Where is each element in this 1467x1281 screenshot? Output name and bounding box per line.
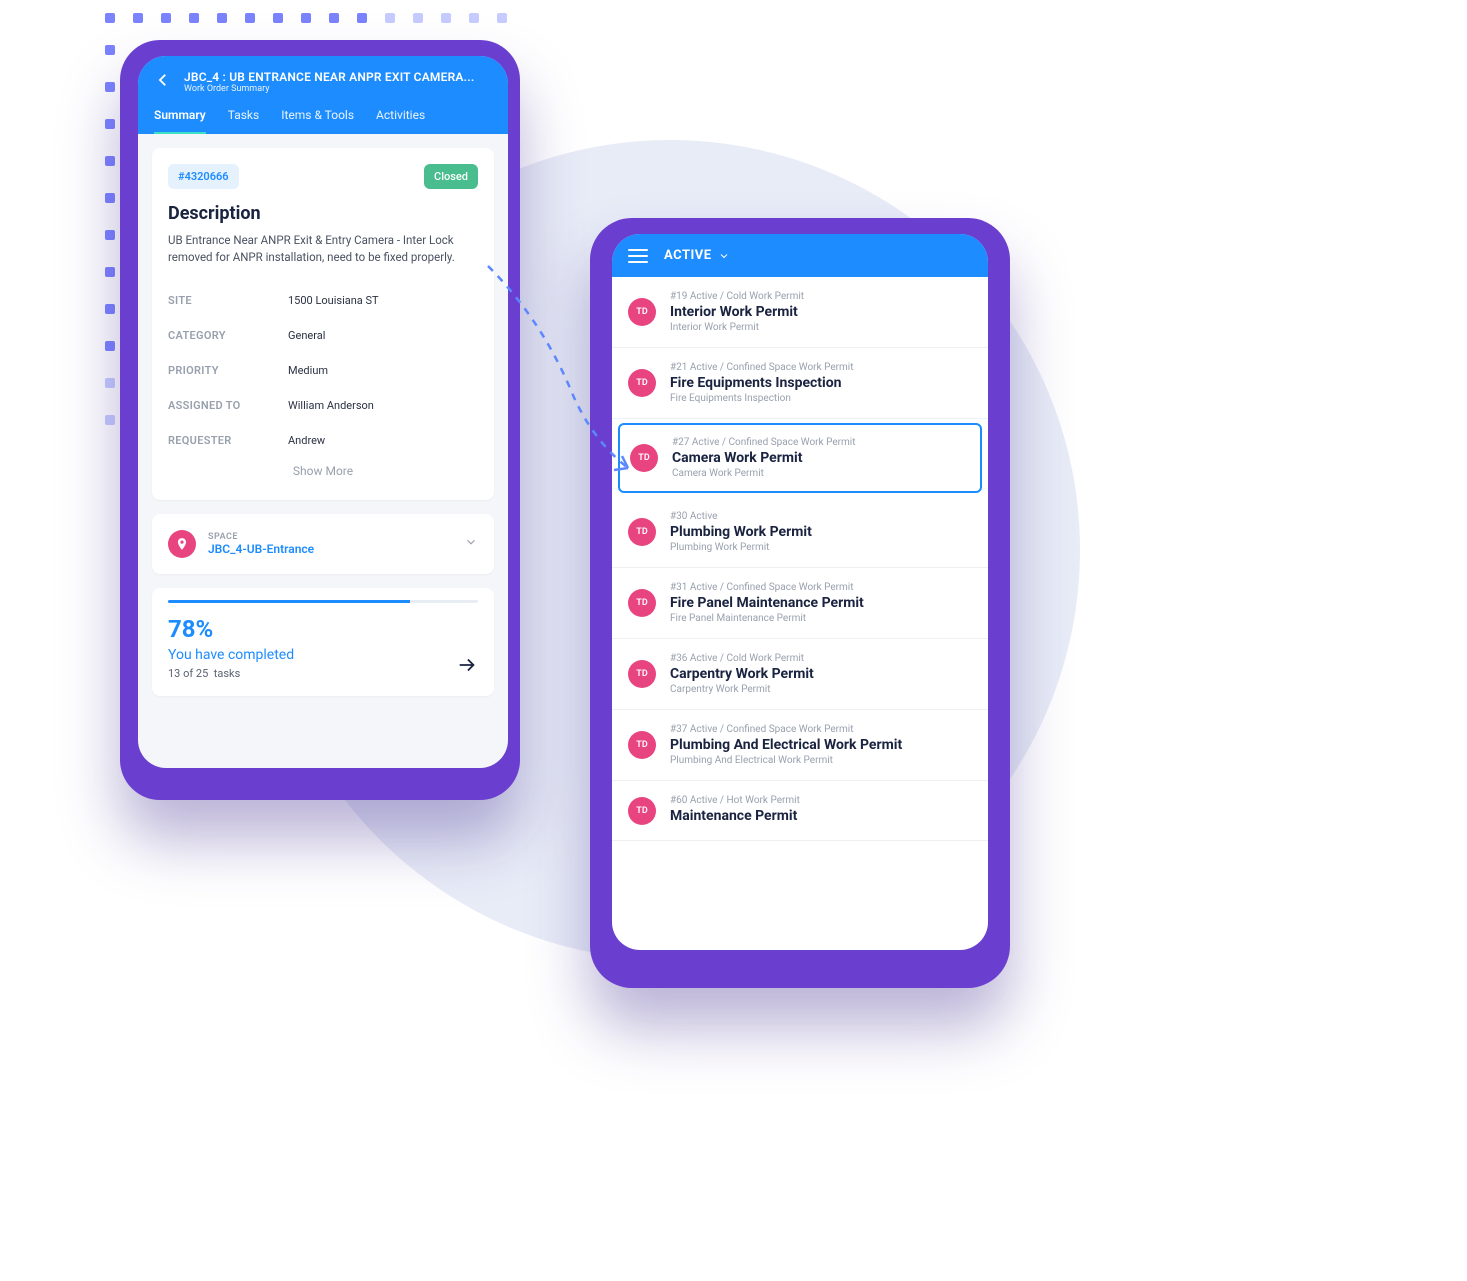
status-badge: Closed [424,164,478,189]
description-text: UB Entrance Near ANPR Exit & Entry Camer… [168,232,478,267]
avatar: TD [630,444,658,472]
tab-activities[interactable]: Activities [376,108,425,134]
page-title: JBC_4 : UB ENTRANCE NEAR ANPR EXIT CAMER… [184,70,474,84]
tab-bar: Summary Tasks Items & Tools Activities [154,108,492,134]
list-item-sub: Plumbing Work Permit [670,542,972,553]
field-value: Andrew [288,434,325,447]
list-item[interactable]: TD #27 Active / Confined Space Work Permi… [618,423,982,493]
field-label: PRIORITY [168,364,288,377]
progress-count-num: 13 of 25 [168,667,208,680]
filter-label: ACTIVE [664,248,712,263]
list-item-sub: Fire Equipments Inspection [670,393,972,404]
list-item-title: Fire Panel Maintenance Permit [670,595,972,611]
tab-summary[interactable]: Summary [154,108,206,134]
tab-tasks[interactable]: Tasks [228,108,260,134]
list-item-meta: #31 Active / Confined Space Work Permit [670,582,972,593]
progress-count: 13 of 25 tasks [168,667,294,680]
field-value: 1500 Louisiana ST [288,294,379,307]
show-more-button[interactable]: Show More [168,458,478,484]
field-row: ASSIGNED TOWilliam Anderson [168,388,478,423]
progress-tasks-word: tasks [214,667,241,680]
list-item[interactable]: TD #30 Active Plumbing Work Permit Plumbing… [612,497,988,568]
field-label: SITE [168,294,288,307]
space-label: SPACE [208,532,452,542]
progress-card[interactable]: 78% You have completed 13 of 25 tasks [152,588,494,696]
description-heading: Description [168,203,478,224]
field-value: William Anderson [288,399,374,412]
field-row: SITE1500 Louisiana ST [168,283,478,318]
page-subtitle: Work Order Summary [184,84,474,94]
back-icon[interactable] [154,71,172,93]
list-item-meta: #27 Active / Confined Space Work Permit [672,437,970,448]
list-item-title: Plumbing And Electrical Work Permit [670,737,972,753]
space-card[interactable]: SPACE JBC_4-UB-Entrance [152,514,494,574]
list-item-meta: #37 Active / Confined Space Work Permit [670,724,972,735]
phone1-header: JBC_4 : UB ENTRANCE NEAR ANPR EXIT CAMER… [138,56,508,134]
field-label: ASSIGNED TO [168,399,288,412]
avatar: TD [628,797,656,825]
field-row: REQUESTERAndrew [168,423,478,458]
list-item[interactable]: TD #31 Active / Confined Space Work Permi… [612,568,988,639]
list-item[interactable]: TD #36 Active / Cold Work Permit Carpentry… [612,639,988,710]
field-row: PRIORITYMedium [168,353,478,388]
field-label: REQUESTER [168,434,288,447]
list-item-sub: Carpentry Work Permit [670,684,972,695]
tab-items-tools[interactable]: Items & Tools [281,108,354,134]
avatar: TD [628,660,656,688]
avatar: TD [628,369,656,397]
list-item[interactable]: TD #19 Active / Cold Work Permit Interior … [612,277,988,348]
list-item-meta: #60 Active / Hot Work Permit [670,795,972,806]
field-row: CATEGORYGeneral [168,318,478,353]
avatar: TD [628,589,656,617]
phone1-screen: JBC_4 : UB ENTRANCE NEAR ANPR EXIT CAMER… [138,56,508,768]
progress-completed-text: You have completed [168,647,294,663]
list-item-sub: Camera Work Permit [672,468,970,479]
chevron-down-icon [718,250,730,262]
list-item-sub: Fire Panel Maintenance Permit [670,613,972,624]
list-item[interactable]: TD #21 Active / Confined Space Work Permi… [612,348,988,419]
list-item-title: Carpentry Work Permit [670,666,972,682]
list-item[interactable]: TD #37 Active / Confined Space Work Permi… [612,710,988,781]
description-card: #4320666 Closed Description UB Entrance … [152,148,494,500]
list-item[interactable]: TD #60 Active / Hot Work Permit Maintenanc… [612,781,988,841]
progress-percent: 78% [168,615,294,643]
list-item-meta: #19 Active / Cold Work Permit [670,291,972,302]
menu-icon[interactable] [628,249,648,263]
progress-bar [168,600,478,603]
fields-list: SITE1500 Louisiana STCATEGORYGeneralPRIO… [168,283,478,458]
chevron-down-icon [464,534,478,553]
list-item-meta: #30 Active [670,511,972,522]
field-label: CATEGORY [168,329,288,342]
space-name: JBC_4-UB-Entrance [208,542,452,556]
permit-list: TD #19 Active / Cold Work Permit Interior … [612,277,988,841]
list-item-meta: #36 Active / Cold Work Permit [670,653,972,664]
field-value: General [288,329,325,342]
field-value: Medium [288,364,328,377]
list-item-meta: #21 Active / Confined Space Work Permit [670,362,972,373]
phone2-screen: ACTIVE TD #19 Active / Cold Work Permit In… [612,234,988,950]
avatar: TD [628,518,656,546]
list-item-title: Camera Work Permit [672,450,970,466]
phone2-header: ACTIVE [612,234,988,277]
ticket-id-chip: #4320666 [168,164,239,189]
location-pin-icon [168,530,196,558]
arrow-right-icon[interactable] [456,654,478,680]
list-item-sub: Plumbing And Electrical Work Permit [670,755,972,766]
list-item-title: Plumbing Work Permit [670,524,972,540]
avatar: TD [628,298,656,326]
filter-dropdown[interactable]: ACTIVE [664,248,730,263]
list-item-title: Interior Work Permit [670,304,972,320]
list-item-title: Fire Equipments Inspection [670,375,972,391]
list-item-sub: Interior Work Permit [670,322,972,333]
avatar: TD [628,731,656,759]
list-item-title: Maintenance Permit [670,808,972,824]
